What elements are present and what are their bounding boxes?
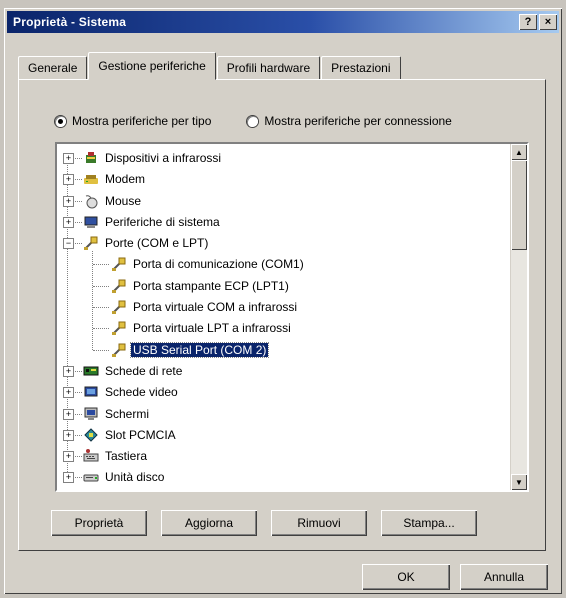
tree-item[interactable]: Porta virtuale LPT a infrarossi [63, 318, 507, 339]
tree-item[interactable]: + Schermi [63, 404, 507, 425]
tree-item[interactable]: + Dispositivi a infrarossi [63, 148, 507, 169]
device-manager-panel: Mostra periferiche per tipo Mostra perif… [18, 79, 546, 551]
system-devices-icon [83, 214, 99, 230]
expand-icon[interactable]: + [63, 429, 74, 441]
help-button[interactable]: ? [519, 14, 537, 30]
print-button[interactable]: Stampa... [381, 510, 477, 536]
tree-item[interactable]: USB Serial Port (COM 2) [63, 340, 507, 361]
infrared-icon [83, 150, 99, 166]
port-icon [111, 342, 127, 358]
tree-item[interactable]: + Schede video [63, 382, 507, 403]
tree-branch-line [93, 285, 109, 287]
cancel-button[interactable]: Annulla [460, 564, 548, 590]
port-icon [111, 299, 127, 315]
device-actions: Proprietà Aggiorna Rimuovi Stampa... [51, 510, 477, 536]
modem-icon [83, 171, 99, 187]
tree-item-label: Tastiera [105, 449, 148, 464]
tab-performance[interactable]: Prestazioni [321, 56, 401, 79]
expand-icon[interactable]: + [63, 153, 74, 164]
collapse-icon[interactable]: − [63, 238, 74, 250]
disk-drive-icon [83, 469, 99, 485]
tab-device-manager[interactable]: Gestione periferiche [88, 52, 216, 80]
view-mode-group: Mostra periferiche per tipo Mostra perif… [55, 114, 452, 128]
device-tree: + Dispositivi a infrarossi + Modem + Mouse + Pe… [63, 148, 507, 490]
vertical-scrollbar[interactable]: ▲ ▼ [510, 144, 527, 490]
scroll-down-button[interactable]: ▼ [511, 474, 527, 490]
tree-item[interactable]: + Tastiera [63, 446, 507, 467]
tree-item-label: Porta stampante ECP (LPT1) [133, 278, 289, 293]
tree-item[interactable]: + Mouse [63, 191, 507, 212]
display-adapter-icon [83, 384, 99, 400]
close-button[interactable]: × [539, 14, 557, 30]
radio-unchecked-icon [247, 115, 259, 127]
network-card-icon [83, 363, 99, 379]
tree-item[interactable]: + Periferiche di sistema [63, 212, 507, 233]
tree-branch-line [93, 349, 109, 351]
tree-item-label: USB Serial Port (COM 2) [129, 341, 270, 358]
tree-branch-line [93, 328, 109, 330]
tree-branch-line [93, 264, 109, 266]
tree-item[interactable]: + Schede di rete [63, 361, 507, 382]
scroll-up-button[interactable]: ▲ [511, 144, 527, 160]
keyboard-icon [83, 448, 99, 464]
expand-icon[interactable]: + [63, 451, 74, 463]
tree-item-label: Porta virtuale LPT a infrarossi [133, 321, 291, 336]
tab-strip: Generale Gestione periferiche Profili ha… [18, 52, 402, 80]
tree-item-label: Periferiche di sistema [105, 214, 220, 229]
tree-item-label: Porte (COM e LPT) [105, 236, 209, 251]
properties-button[interactable]: Proprietà [51, 510, 147, 536]
tree-branch-line [93, 307, 109, 309]
tree-item-label: Schede video [105, 385, 178, 400]
tree-item-label: Schede di rete [105, 363, 183, 378]
tree-item[interactable]: + Unità disco [63, 467, 507, 488]
tree-item[interactable]: − Porte (COM e LPT) [63, 233, 507, 254]
dialog-buttons: OK Annulla [362, 564, 548, 590]
tree-item[interactable]: Porta stampante ECP (LPT1) [63, 276, 507, 297]
tree-item-label: Dispositivi a infrarossi [105, 151, 222, 165]
tree-item[interactable]: + Slot PCMCIA [63, 425, 507, 446]
mouse-icon [83, 193, 99, 209]
tree-item-label: Schermi [105, 406, 150, 421]
tree-item[interactable]: + Modem [63, 169, 507, 190]
expand-icon[interactable]: + [63, 174, 74, 186]
radio-checked-icon [55, 115, 66, 127]
tree-item-label: Modem [105, 172, 146, 187]
expand-icon[interactable]: + [63, 408, 74, 420]
tree-item[interactable]: Porta di comunicazione (COM1) [63, 254, 507, 275]
ok-button[interactable]: OK [362, 564, 450, 590]
expand-icon[interactable]: + [63, 365, 74, 377]
view-by-connection-radio[interactable]: Mostra periferiche per connessione [247, 114, 452, 128]
expand-icon[interactable]: + [63, 472, 74, 484]
port-icon [83, 235, 99, 251]
view-by-type-radio[interactable]: Mostra periferiche per tipo [55, 114, 211, 128]
expand-icon[interactable]: + [63, 387, 74, 399]
tree-item-label: Unità disco [105, 470, 165, 485]
tree-item-label: Mouse [105, 193, 142, 208]
tree-item-label: Porta virtuale COM a infrarossi [133, 300, 298, 315]
system-properties-window: Proprietà - Sistema ? × Generale Gestion… [4, 8, 562, 594]
remove-button[interactable]: Rimuovi [271, 510, 367, 536]
refresh-button[interactable]: Aggiorna [161, 510, 257, 536]
view-by-type-label: Mostra periferiche per tipo [72, 114, 212, 128]
view-by-connection-label: Mostra periferiche per connessione [264, 114, 452, 128]
tab-hardware-profiles[interactable]: Profili hardware [216, 56, 321, 79]
device-tree-view[interactable]: + Dispositivi a infrarossi + Modem + Mouse + Pe… [55, 142, 529, 492]
expand-icon[interactable]: + [63, 216, 74, 228]
port-icon [111, 256, 127, 272]
arrow-up-icon: ▲ [515, 147, 523, 157]
tree-item-label: Slot PCMCIA [105, 427, 176, 442]
expand-icon[interactable]: + [63, 195, 74, 207]
port-icon [111, 320, 127, 336]
arrow-down-icon: ▼ [515, 477, 523, 487]
tree-item-label: Porta di comunicazione (COM1) [133, 257, 304, 272]
title-bar[interactable]: Proprietà - Sistema ? × [7, 11, 559, 33]
monitor-icon [83, 406, 99, 422]
pcmcia-icon [83, 427, 99, 443]
port-icon [111, 278, 127, 294]
scroll-thumb[interactable] [511, 160, 527, 250]
window-title: Proprietà - Sistema [13, 15, 127, 29]
tab-general[interactable]: Generale [18, 56, 88, 79]
tree-item[interactable]: Porta virtuale COM a infrarossi [63, 297, 507, 318]
